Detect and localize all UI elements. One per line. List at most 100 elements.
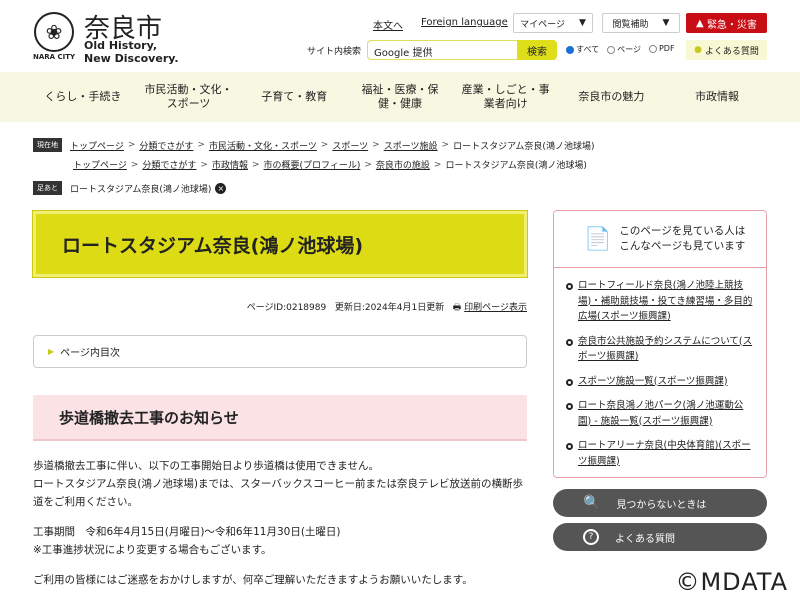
related-header: 📄 このページを見ている人は こんなページも見ています: [554, 211, 766, 268]
tagline-1: Old History,: [84, 39, 158, 52]
footprint-item[interactable]: ロートスタジアム奈良(鴻ノ池球場): [70, 182, 211, 195]
breadcrumb-link[interactable]: スポーツ施設: [384, 139, 438, 152]
triangle-right-icon: ▶: [48, 347, 55, 356]
notice-text: 歩道橋撤去工事に伴い、以下の工事開始日より歩道橋は使用できません。 ロートスタジ…: [33, 457, 533, 511]
bullet-icon: [566, 283, 573, 290]
logo-tagline: Old History, New Discovery.: [84, 39, 179, 65]
print-link[interactable]: 印刷ページ表示: [464, 303, 527, 313]
radio-icon: [566, 45, 574, 54]
mypage-label: マイページ: [520, 19, 565, 30]
breadcrumb-2: トップページ > 分類でさがす > 市政情報 > 市の概要(プロフィール) > 奈良市の…: [73, 158, 587, 172]
related-link[interactable]: ロートアリーナ奈良(中央体育館)(スポーツ振興課): [578, 438, 756, 469]
list-item: ロートアリーナ奈良(中央体育館)(スポーツ振興課): [566, 438, 756, 469]
accessibility-dropdown[interactable]: 閲覧補助 ▼: [602, 13, 680, 33]
nav-item[interactable]: 産業・しごと・事業者向け: [458, 83, 553, 111]
related-heading-1: このページを見ている人は: [619, 225, 746, 237]
radio-all[interactable]: すべて: [566, 44, 599, 55]
faq-top-button[interactable]: ● よくある質問: [686, 40, 767, 60]
city-emblem-icon[interactable]: ❀: [34, 12, 74, 52]
paragraph: 歩道橋撤去工事に伴い、以下の工事開始日より歩道橋は使用できません。: [33, 460, 379, 472]
sep: >: [441, 140, 450, 150]
sep: >: [433, 159, 442, 170]
footprint-tag: 足あと: [33, 181, 62, 195]
skip-to-content-link[interactable]: 本文へ: [373, 17, 403, 32]
breadcrumb-link[interactable]: スポーツ: [332, 139, 368, 152]
caret-down-icon: ▼: [662, 18, 670, 28]
nav-item[interactable]: 福祉・医療・保健・健康: [352, 83, 447, 111]
sep: >: [364, 159, 372, 170]
emergency-label: 緊急・災害: [706, 19, 757, 31]
nav-item[interactable]: 市民活動・文化・スポーツ: [141, 83, 236, 111]
nav-item[interactable]: 市政情報: [670, 90, 765, 104]
not-found-button[interactable]: 🔍 見つからないときは: [553, 489, 767, 517]
radio-label: ページ: [617, 45, 641, 54]
faq-label: よくある質問: [704, 46, 759, 57]
faq-button[interactable]: ? よくある質問: [553, 523, 767, 551]
related-link[interactable]: スポーツ施設一覧(スポーツ振興課): [578, 374, 728, 390]
emergency-button[interactable]: ▲ 緊急・災害: [686, 13, 767, 33]
updated-date: 更新日:2024年4月1日更新: [334, 303, 445, 313]
toc-label: ページ内目次: [60, 348, 120, 359]
search-input[interactable]: Google 提供: [367, 40, 517, 60]
page-id: ページID:0218989: [246, 303, 327, 313]
faq-label: よくある質問: [615, 533, 675, 545]
question-bubble-icon: ?: [583, 529, 599, 545]
list-item: 奈良市公共施設予約システムについて(スポーツ振興課): [566, 334, 756, 365]
nav-item[interactable]: 奈良市の魅力: [564, 90, 659, 104]
caret-down-icon: ▼: [578, 18, 586, 28]
breadcrumb-current: ロートスタジアム奈良(鴻ノ池球場): [445, 161, 587, 171]
radio-page[interactable]: ページ: [607, 44, 641, 55]
nav-item[interactable]: くらし・手続き: [35, 90, 130, 104]
logo-city: NARA CITY: [33, 53, 76, 61]
radio-pdf[interactable]: PDF: [648, 44, 675, 55]
bullet-icon: [566, 378, 573, 386]
paragraph: ロートスタジアム奈良(鴻ノ池球場)までは、スターバックスコーヒー前または奈良テレ…: [33, 478, 524, 508]
watermark: ©MDATA: [675, 568, 788, 596]
nav-item[interactable]: 子育て・教育: [247, 90, 342, 104]
breadcrumb: 現在地 トップページ > 分類でさがす > 市民活動・文化・スポーツ > スポーツ > …: [33, 138, 594, 152]
breadcrumb-link[interactable]: トップページ: [73, 158, 127, 171]
breadcrumb-link[interactable]: 市の概要(プロフィール): [264, 158, 361, 171]
related-link[interactable]: ロート奈良鴻ノ池パーク(鴻ノ池運動公園) - 施設一覧(スポーツ振興課): [578, 398, 756, 429]
radio-label: PDF: [658, 44, 675, 53]
sep: >: [251, 159, 260, 170]
radio-label: すべて: [576, 45, 600, 54]
search-label: サイト内検索: [307, 47, 362, 57]
sep: >: [130, 159, 139, 170]
radio-icon: [607, 45, 616, 54]
page-meta: ページID:0218989 更新日:2024年4月1日更新 🖶 印刷ページ表示: [200, 300, 527, 316]
related-heading-2: こんなページも見ています: [619, 240, 746, 252]
breadcrumb-link[interactable]: 市民活動・文化・スポーツ: [209, 139, 317, 152]
faq-dot-icon: ●: [694, 45, 702, 55]
sep: >: [127, 140, 136, 150]
search-scope: すべて ページ PDF: [566, 44, 675, 55]
tagline-2: New Discovery.: [84, 52, 179, 65]
assist-label: 閲覧補助: [612, 19, 649, 30]
sep: >: [197, 140, 205, 150]
global-nav: くらし・手続き 市民活動・文化・スポーツ 子育て・教育 福祉・医療・保健・健康 …: [0, 72, 800, 122]
related-pages-box: 📄 このページを見ている人は こんなページも見ています ロートフィールド奈良(鴻ノ…: [553, 210, 767, 478]
print-icon: 🖶: [452, 303, 462, 313]
breadcrumb-link[interactable]: 市政情報: [212, 158, 248, 171]
foreign-language-link[interactable]: Foreign language: [421, 17, 508, 28]
related-link[interactable]: 奈良市公共施設予約システムについて(スポーツ振興課): [578, 334, 756, 365]
breadcrumb-link[interactable]: 奈良市の施設: [376, 158, 430, 171]
close-icon[interactable]: ×: [215, 182, 227, 194]
breadcrumb-link[interactable]: 分類でさがす: [142, 158, 196, 171]
bullet-icon: [566, 443, 573, 450]
search-button[interactable]: 検索: [517, 40, 557, 60]
section-heading: 歩道橋撤去工事のお知らせ: [33, 395, 527, 441]
breadcrumb-link[interactable]: トップページ: [70, 139, 124, 152]
related-link[interactable]: ロートフィールド奈良(鴻ノ池陸上競技場)・補助競技場・投てき練習場・多目的広場(…: [578, 278, 756, 325]
footprint: 足あと ロートスタジアム奈良(鴻ノ池球場) ×: [33, 181, 227, 195]
sep: >: [372, 140, 380, 150]
list-item: スポーツ施設一覧(スポーツ振興課): [566, 374, 756, 390]
toc-toggle[interactable]: ▶ ページ内目次: [33, 335, 527, 368]
breadcrumb-link[interactable]: 分類でさがす: [139, 139, 193, 152]
sep: >: [320, 140, 329, 150]
warning-icon: ▲: [696, 17, 704, 29]
bullet-icon: [566, 403, 573, 410]
document-eye-icon: 📄: [584, 226, 612, 252]
breadcrumb-tag: 現在地: [33, 138, 62, 152]
mypage-dropdown[interactable]: マイページ ▼: [513, 13, 593, 33]
